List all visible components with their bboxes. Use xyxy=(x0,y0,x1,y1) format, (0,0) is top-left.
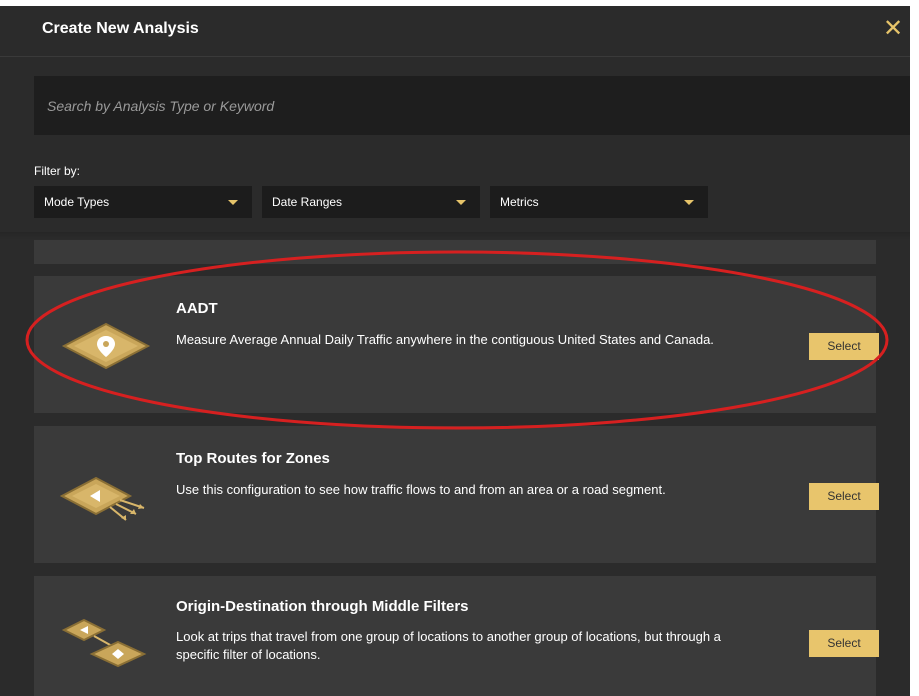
date-ranges-dropdown[interactable]: Date Ranges xyxy=(262,186,480,218)
search-input[interactable] xyxy=(34,76,910,135)
dropdown-label: Date Ranges xyxy=(272,195,343,209)
card-description: Measure Average Annual Daily Traffic any… xyxy=(176,332,714,347)
card-title: Origin-Destination through Middle Filter… xyxy=(176,598,469,615)
analysis-card-aadt: AADT Measure Average Annual Daily Traffi… xyxy=(34,276,879,413)
mode-types-dropdown[interactable]: Mode Types xyxy=(34,186,252,218)
select-aadt-button[interactable]: Select xyxy=(809,333,879,360)
create-analysis-modal: Create New Analysis ✕ Filter by: Mode Ty… xyxy=(0,6,910,696)
select-origin-destination-button[interactable]: Select xyxy=(809,630,879,657)
location-pin-diamond-icon xyxy=(61,322,151,370)
dropdown-label: Metrics xyxy=(500,195,539,209)
select-top-routes-button[interactable]: Select xyxy=(809,483,879,510)
card-title: Top Routes for Zones xyxy=(176,450,330,467)
close-icon[interactable]: ✕ xyxy=(880,14,906,44)
modal-title: Create New Analysis xyxy=(42,20,199,37)
metrics-dropdown[interactable]: Metrics xyxy=(490,186,708,218)
analysis-card-top-routes: Top Routes for Zones Use this configurat… xyxy=(34,426,879,563)
card-title: AADT xyxy=(176,300,218,317)
origin-destination-icon xyxy=(61,618,147,668)
caret-down-icon xyxy=(456,200,466,205)
divider xyxy=(0,232,910,240)
zone-routes-icon xyxy=(60,476,145,521)
filter-label: Filter by: xyxy=(34,164,81,178)
analysis-card-partial xyxy=(34,240,876,264)
modal-header: Create New Analysis ✕ xyxy=(0,6,910,57)
analysis-card-origin-destination: Origin-Destination through Middle Filter… xyxy=(34,576,879,696)
caret-down-icon xyxy=(684,200,694,205)
dropdown-label: Mode Types xyxy=(44,195,110,209)
caret-down-icon xyxy=(228,200,238,205)
card-description: Look at trips that travel from one group… xyxy=(176,629,721,662)
search-box xyxy=(34,76,910,135)
card-description: Use this configuration to see how traffi… xyxy=(176,482,666,497)
